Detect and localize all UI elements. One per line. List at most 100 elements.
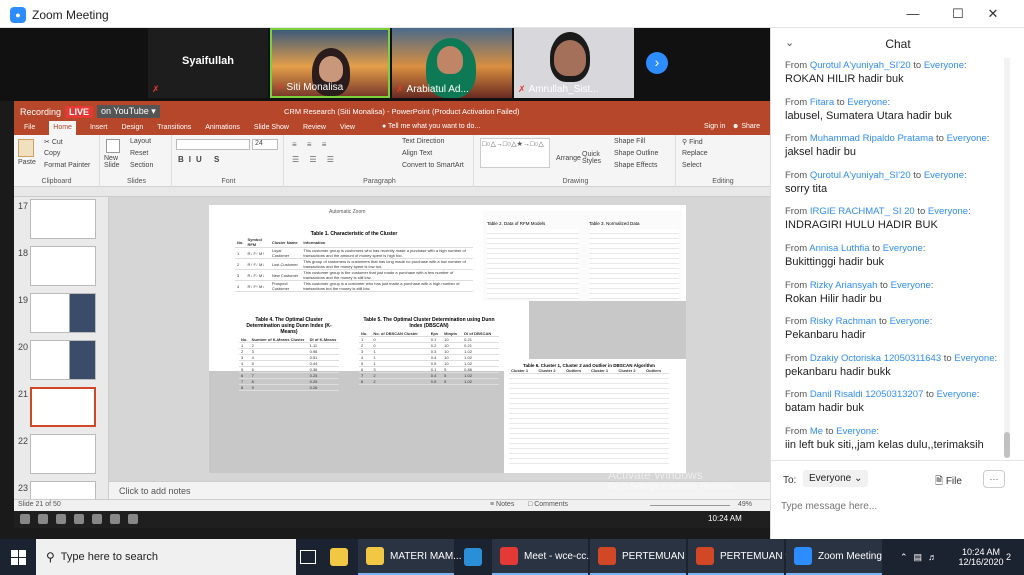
ppt-tab-review[interactable]: Review <box>303 121 326 135</box>
paste-button[interactable]: Paste <box>18 159 36 166</box>
subtitle-icon[interactable] <box>110 514 120 524</box>
shape-effects-button[interactable]: Shape Effects <box>614 162 657 169</box>
taskbar-app-button[interactable]: PERTEMUAN 1... <box>590 539 701 575</box>
sign-in-link[interactable]: Sign in <box>704 123 725 130</box>
chat-messages: From Qurotul A'yuniyah_SI'20 to Everyone… <box>771 58 1024 458</box>
convert-smartart-button[interactable]: Convert to SmartArt <box>402 162 464 169</box>
more-options-button[interactable]: ··· <box>983 470 1005 488</box>
next-page-button[interactable]: › <box>646 52 668 74</box>
recipient-name: Everyone <box>936 389 977 401</box>
tell-me-box[interactable]: ● Tell me what you want to do... <box>382 123 480 130</box>
zoom-icon[interactable] <box>92 514 102 524</box>
current-slide[interactable]: Automatic Zoom Table 1. Characteristic o… <box>209 205 686 473</box>
new-slide-icon[interactable] <box>106 139 120 153</box>
participant-label: ✗ Siti Monalisa <box>276 82 343 93</box>
table6: Table 6. Cluster 1, Cluster 2 and Outlie… <box>509 363 669 466</box>
chat-scrollbar[interactable] <box>1004 58 1010 458</box>
replace-button[interactable]: Replace <box>682 150 708 157</box>
font-format-buttons[interactable]: BIU S <box>178 155 224 164</box>
shape-fill-button[interactable]: Shape Fill <box>614 138 645 145</box>
copy-button[interactable]: Copy <box>44 150 60 157</box>
find-button[interactable]: ⚲ Find <box>682 138 703 146</box>
taskbar-pinned-app[interactable] <box>456 539 490 575</box>
shapes-gallery[interactable]: □○△→□○△★→□○△ <box>480 138 550 168</box>
participant-label: ✗ Amrullah_Sist... <box>518 84 599 95</box>
arrange-button[interactable]: Arrange <box>556 155 581 162</box>
taskbar-pinned-app[interactable] <box>322 539 356 575</box>
ppt-tab-file[interactable]: File <box>24 121 35 135</box>
pen-icon[interactable] <box>56 514 66 524</box>
ppt-status-bar: Slide 21 of 50 ≡ Notes □ Comments 49% <box>14 499 770 511</box>
font-size-select[interactable]: 24 <box>252 139 278 150</box>
participant-tile[interactable]: ✗ Arabiatul Ad... <box>392 28 512 98</box>
participant-tile[interactable]: ✗ Siti Monalisa <box>270 28 390 98</box>
watermark-line2: Go to Settings to activate Windows. <box>608 482 735 491</box>
list-buttons[interactable]: ≡ ≡ ≡ <box>292 140 330 149</box>
chat-message: From IRGIE RACHMAT_ SI 20 to Everyone: IN… <box>785 206 1010 231</box>
taskbar-app-button[interactable]: Meet - wce-cc... <box>492 539 595 575</box>
more-icon[interactable] <box>128 514 138 524</box>
minimize-icon[interactable]: — <box>898 4 928 24</box>
slide-thumbnail[interactable]: 18 <box>16 246 106 290</box>
slide-thumbnail[interactable]: 20 <box>16 340 106 384</box>
comments-toggle[interactable]: □ Comments <box>528 501 568 508</box>
system-tray[interactable]: ⌃ ▤ ♬ <box>900 539 937 575</box>
recipient-select[interactable]: Everyone ⌄ <box>803 470 869 487</box>
notes-placeholder: Click to add notes <box>119 486 191 496</box>
sender-name: Rizky Ariansyah <box>809 279 878 291</box>
new-slide-button[interactable]: New Slide <box>104 155 126 169</box>
shape-outline-button[interactable]: Shape Outline <box>614 150 658 157</box>
slide-preview <box>30 340 96 380</box>
forward-icon[interactable] <box>38 514 48 524</box>
slide-thumbnail[interactable]: 17 <box>16 199 106 243</box>
taskbar-app-button[interactable]: MATERI MAM... <box>358 539 461 575</box>
align-buttons[interactable]: ☰ ☰ ☰ <box>292 155 338 164</box>
file-button[interactable]: 🗎 File <box>935 474 962 491</box>
select-button[interactable]: Select <box>682 162 701 169</box>
participant-label: ✗ Arabiatul Ad... <box>396 84 469 95</box>
participant-tile[interactable]: Syaifullah ✗ <box>148 28 268 98</box>
reset-button[interactable]: Reset <box>130 150 148 157</box>
ppt-tab-insert[interactable]: Insert <box>90 121 108 135</box>
close-icon[interactable]: ✕ <box>978 4 1008 24</box>
taskbar-search-box[interactable]: ⚲ Type here to search <box>36 539 296 575</box>
task-view-icon[interactable] <box>300 539 316 575</box>
text-direction-button[interactable]: Text Direction <box>402 138 444 145</box>
mic-muted-icon: ✗ <box>276 82 284 92</box>
font-name-select[interactable] <box>176 139 250 150</box>
section-button[interactable]: Section <box>130 162 153 169</box>
gallery-icon[interactable] <box>74 514 84 524</box>
ppt-tab-view[interactable]: View <box>340 121 355 135</box>
zoom-slider[interactable] <box>650 505 730 506</box>
notification-icon[interactable]: 2 <box>1006 539 1011 575</box>
share-button[interactable]: ☻ Share <box>732 123 760 130</box>
ppt-tab-home[interactable]: Home <box>49 121 76 135</box>
ppt-presenter-toolbar: 10:24 AM <box>14 511 770 528</box>
cut-button[interactable]: ✂ Cut <box>44 138 63 146</box>
from-prefix: From <box>785 389 808 401</box>
table-cell: Lost Customer <box>269 258 302 270</box>
slide-number: 18 <box>18 248 29 258</box>
taskbar-app-button[interactable]: PERTEMUAN 9... <box>688 539 799 575</box>
taskbar-clock[interactable]: 10:24 AM 12/16/2020 <box>958 539 1004 575</box>
align-text-button[interactable]: Align Text <box>402 150 432 157</box>
slide-thumbnail[interactable]: 22 <box>16 434 106 478</box>
slide-thumbnail[interactable]: 19 <box>16 293 106 337</box>
paste-icon[interactable] <box>18 139 34 157</box>
layout-button[interactable]: Layout <box>130 138 151 145</box>
participant-tile[interactable]: ✗ Amrullah_Sist... <box>514 28 634 98</box>
youtube-live-dropdown[interactable]: on YouTube ▾ <box>97 105 160 118</box>
quick-styles-button[interactable]: Quick Styles <box>582 151 606 165</box>
slide-thumbnail[interactable]: 21 <box>16 387 106 431</box>
chat-message-input[interactable] <box>781 495 1011 517</box>
back-icon[interactable] <box>20 514 30 524</box>
ppt-tab-animations[interactable]: Animations <box>205 121 240 135</box>
maximize-icon[interactable]: ☐ <box>943 4 973 24</box>
notes-toggle[interactable]: ≡ Notes <box>490 501 514 508</box>
format-painter-button[interactable]: Format Painter <box>44 162 90 169</box>
ppt-tab-design[interactable]: Design <box>121 121 143 135</box>
ppt-tab-slide-show[interactable]: Slide Show <box>254 121 289 135</box>
start-button[interactable] <box>0 539 36 575</box>
taskbar-app-button[interactable]: Zoom Meeting <box>786 539 882 575</box>
ppt-tab-transitions[interactable]: Transitions <box>157 121 191 135</box>
